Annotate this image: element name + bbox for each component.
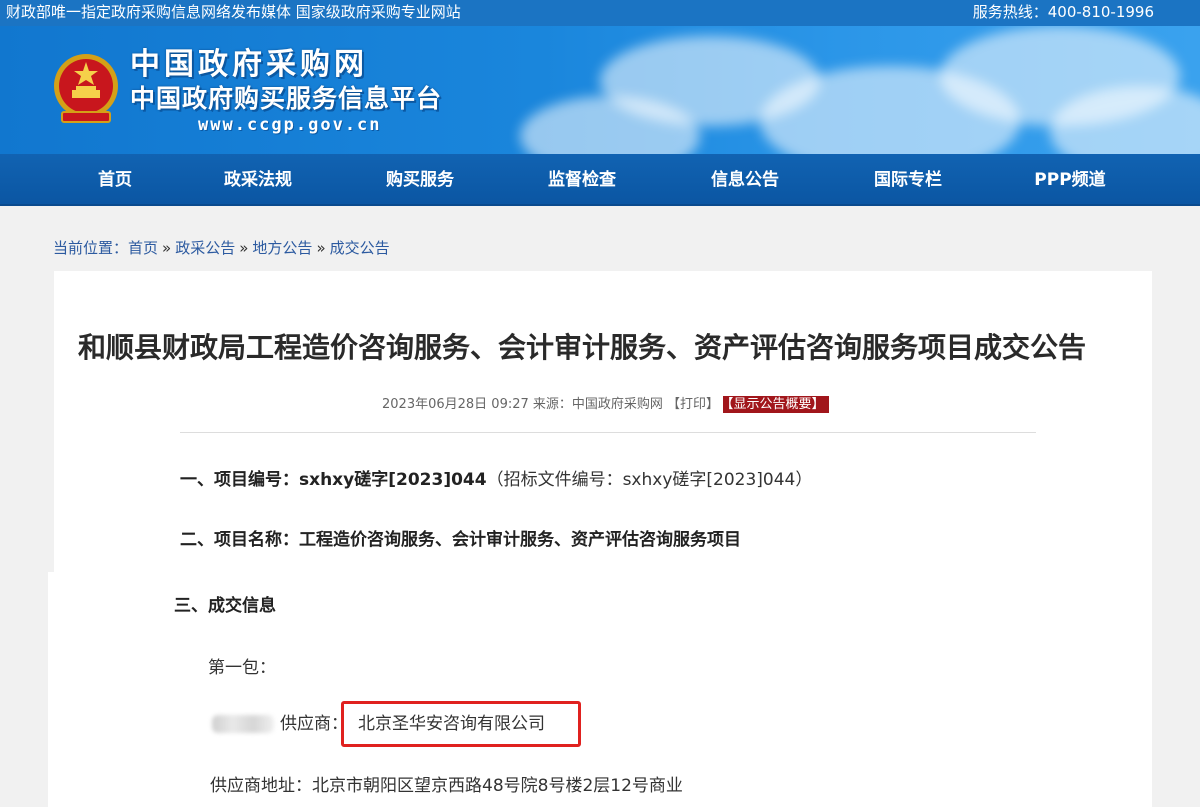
national-emblem-icon [54,54,118,123]
breadcrumb-prefix: 当前位置： [53,239,129,257]
nav-announcements[interactable]: 信息公告 [685,154,805,206]
publish-info: 2023年06月28日 09:27 来源：中国政府采购网 【打印】 [382,397,720,412]
site-banner: 中国政府采购网 中国政府购买服务信息平台 www.ccgp.gov.cn [0,26,1200,154]
deal-info-heading: 三、成交信息 [174,596,276,616]
nav-international[interactable]: 国际专栏 [848,154,968,206]
tender-doc-number: （招标文件编号：sxhxy磋字[2023]044） [486,470,813,490]
site-url: www.ccgp.gov.cn [198,115,382,135]
divider [180,432,1036,433]
site-tagline: 财政部唯一指定政府采购信息网络发布媒体 国家级政府采购专业网站 [6,3,461,21]
breadcrumb-local[interactable]: 地方公告 [252,239,312,257]
package-label: 第一包： [208,658,276,678]
highlight-box [341,701,581,747]
section-project-name: 二、项目名称：工程造价咨询服务、会计审计服务、资产评估咨询服务项目 [180,528,741,552]
supplier-label: 供应商： [280,714,348,734]
section-project-number: 一、项目编号：sxhxy磋字[2023]044（招标文件编号：sxhxy磋字[2… [180,468,812,492]
supplier-address: 供应商地址：北京市朝阳区望京西路48号院8号楼2层12号商业 [210,776,683,796]
project-number: 一、项目编号：sxhxy磋字[2023]044 [180,470,487,490]
main-nav: 首页 政采法规 购买服务 监督检查 信息公告 国际专栏 PPP频道 [0,154,1200,206]
section-deal-info: 三、成交信息 [174,594,276,618]
nav-purchase-services[interactable]: 购买服务 [360,154,480,206]
breadcrumb: 当前位置：首页» 政采公告» 地方公告» 成交公告 [53,237,390,259]
show-summary-button[interactable]: 【显示公告概要】 [723,396,829,413]
site-subtitle: 中国政府购买服务信息平台 [130,84,443,113]
breadcrumb-announcements[interactable]: 政采公告 [175,239,235,257]
page-title: 和顺县财政局工程造价咨询服务、会计审计服务、资产评估咨询服务项目成交公告 [78,331,1087,364]
breadcrumb-home[interactable]: 首页 [128,239,158,257]
nav-supervision[interactable]: 监督检查 [522,154,642,206]
redacted-text [212,715,274,733]
top-strip: 财政部唯一指定政府采购信息网络发布媒体 国家级政府采购专业网站 服务热线：400… [0,0,1200,26]
site-name: 中国政府采购网 [130,47,368,82]
nav-home[interactable]: 首页 [55,154,175,206]
service-hotline: 服务热线：400-810-1996 [972,3,1154,21]
breadcrumb-deal[interactable]: 成交公告 [330,239,390,257]
nav-regulations[interactable]: 政采法规 [198,154,318,206]
breadcrumb-separator: » [162,239,172,257]
nav-ppp[interactable]: PPP频道 [1010,154,1130,206]
breadcrumb-separator: » [239,239,249,257]
article-meta: 2023年06月28日 09:27 来源：中国政府采购网 【打印】 【显示公告概要… [382,395,829,415]
breadcrumb-separator: » [316,239,326,257]
project-name: 二、项目名称：工程造价咨询服务、会计审计服务、资产评估咨询服务项目 [180,530,741,550]
